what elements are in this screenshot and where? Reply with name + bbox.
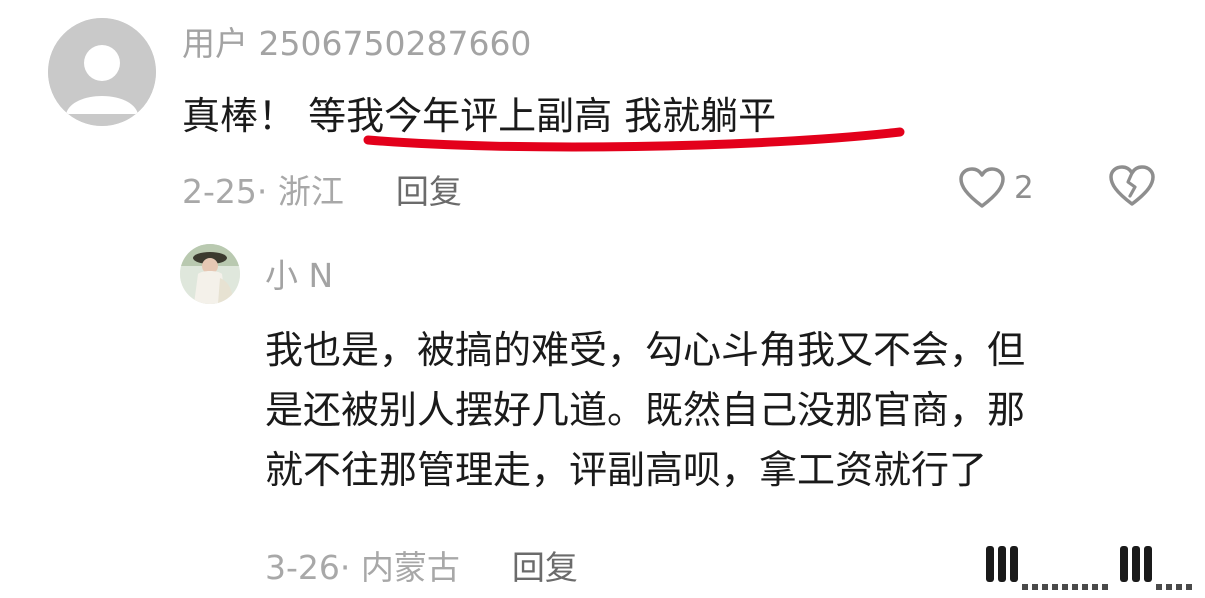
comment-text: 真棒！ 等我今年评上副高 我就躺平 [182, 94, 777, 138]
reply-text: 我也是，被搞的难受，勾心斗角我又不会，但 是还被别人摆好几道。既然自己没那官商，… [265, 320, 1165, 500]
reply-to-reply-button[interactable]: 回复 [512, 541, 578, 589]
avatar[interactable] [48, 18, 156, 126]
like-count: 2 [1014, 170, 1034, 206]
reply-text-line: 我也是，被搞的难受，勾心斗角我又不会，但 [265, 328, 1026, 372]
profile-photo [180, 244, 240, 304]
heart-outline-icon [959, 167, 1005, 208]
reply-button[interactable]: 回复 [396, 165, 462, 213]
reply-meta: 3-26· 内蒙古 回复 [265, 540, 578, 590]
reply-avatar[interactable] [180, 244, 240, 304]
reply-text-line: 就不往那管理走，评副高呗，拿工资就行了 [265, 448, 988, 492]
default-user-icon [48, 18, 156, 126]
like-button[interactable]: 2 [958, 162, 1034, 214]
reply-date-location: 3-26· 内蒙古 [265, 548, 460, 587]
reply-text-line: 是还被别人摆好几道。既然自己没那官商，那 [265, 388, 1026, 432]
broken-heart-icon [1109, 165, 1155, 206]
comment-date-location: 2-25· 浙江 [182, 172, 344, 211]
watermark-logo [980, 546, 1200, 594]
dislike-button[interactable] [1108, 162, 1156, 214]
comment-username[interactable]: 用户 2506750287660 [182, 22, 531, 66]
comment-meta: 2-25· 浙江 回复 [182, 164, 462, 214]
reply-username[interactable]: 小 N [265, 254, 333, 298]
